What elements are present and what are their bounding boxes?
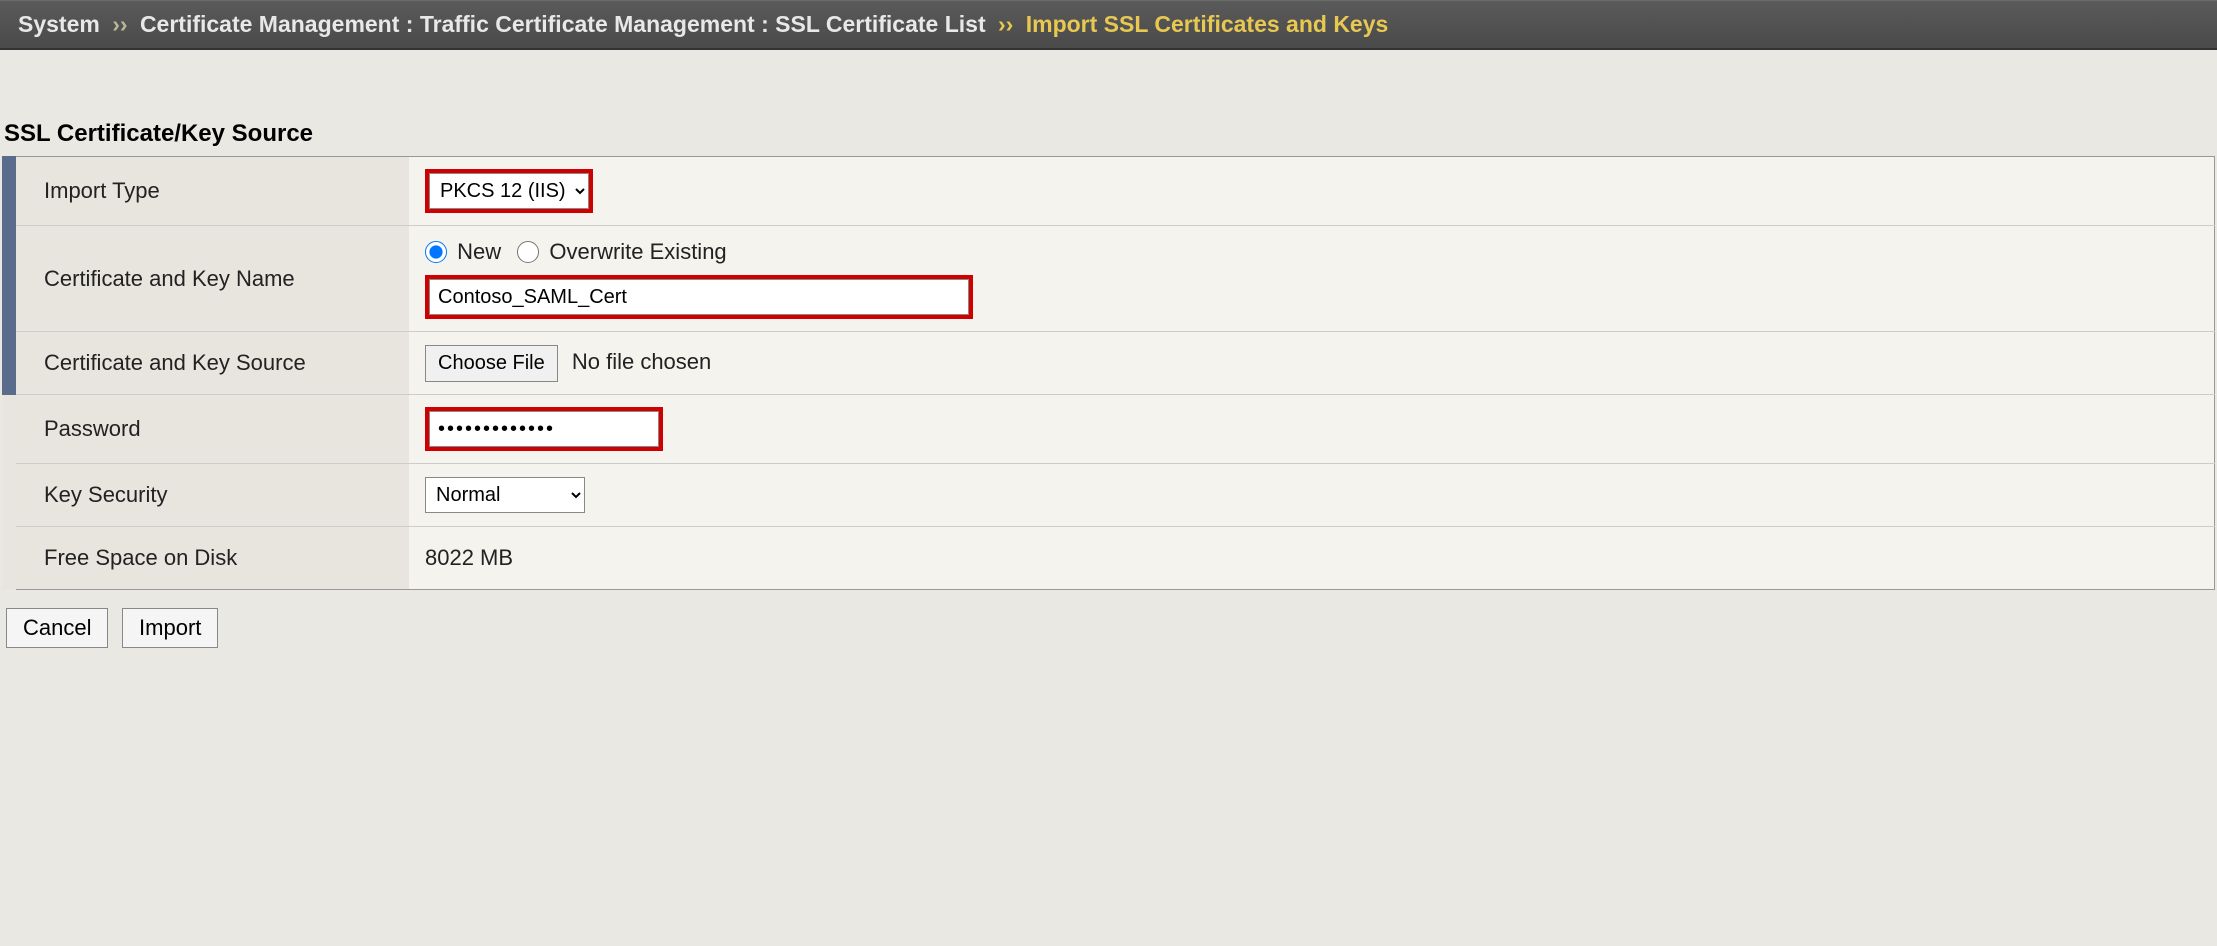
label-free-space: Free Space on Disk (9, 527, 409, 590)
password-input[interactable] (429, 411, 659, 447)
file-chosen-status: No file chosen (572, 349, 711, 374)
row-password: Password (9, 395, 2215, 464)
section-title: SSL Certificate/Key Source (0, 100, 2217, 156)
breadcrumb-root[interactable]: System (18, 11, 100, 37)
radio-new-label: New (457, 239, 501, 264)
import-button[interactable]: Import (122, 608, 218, 648)
cert-name-input[interactable] (429, 279, 969, 315)
radio-overwrite[interactable] (517, 241, 539, 263)
breadcrumb: System ›› Certificate Management : Traff… (0, 0, 2217, 50)
row-free-space: Free Space on Disk 8022 MB (9, 527, 2215, 590)
breadcrumb-path[interactable]: Certificate Management : Traffic Certifi… (140, 11, 986, 37)
radio-new[interactable] (425, 241, 447, 263)
highlight-cert-name (425, 275, 973, 319)
ssl-source-form: Import Type PKCS 12 (IIS) Certificate an… (2, 156, 2215, 590)
breadcrumb-separator: ›› (112, 11, 127, 37)
label-import-type: Import Type (9, 157, 409, 226)
choose-file-button[interactable]: Choose File (425, 345, 558, 382)
breadcrumb-current: Import SSL Certificates and Keys (1026, 11, 1389, 37)
label-cert-key-name: Certificate and Key Name (9, 226, 409, 332)
action-button-row: Cancel Import (0, 590, 2217, 666)
highlight-password (425, 407, 663, 451)
cancel-button[interactable]: Cancel (6, 608, 108, 648)
import-type-select[interactable]: PKCS 12 (IIS) (429, 173, 589, 209)
row-import-type: Import Type PKCS 12 (IIS) (9, 157, 2215, 226)
row-cert-key-source: Certificate and Key Source Choose File N… (9, 332, 2215, 395)
row-cert-key-name: Certificate and Key Name New Overwrite E… (9, 226, 2215, 332)
key-security-select[interactable]: Normal (425, 477, 585, 513)
radio-overwrite-label: Overwrite Existing (549, 239, 726, 264)
free-space-value: 8022 MB (409, 527, 2215, 590)
label-key-security: Key Security (9, 464, 409, 527)
row-key-security: Key Security Normal (9, 464, 2215, 527)
label-password: Password (9, 395, 409, 464)
highlight-import-type: PKCS 12 (IIS) (425, 169, 593, 213)
label-cert-key-source: Certificate and Key Source (9, 332, 409, 395)
breadcrumb-separator: ›› (998, 11, 1013, 37)
